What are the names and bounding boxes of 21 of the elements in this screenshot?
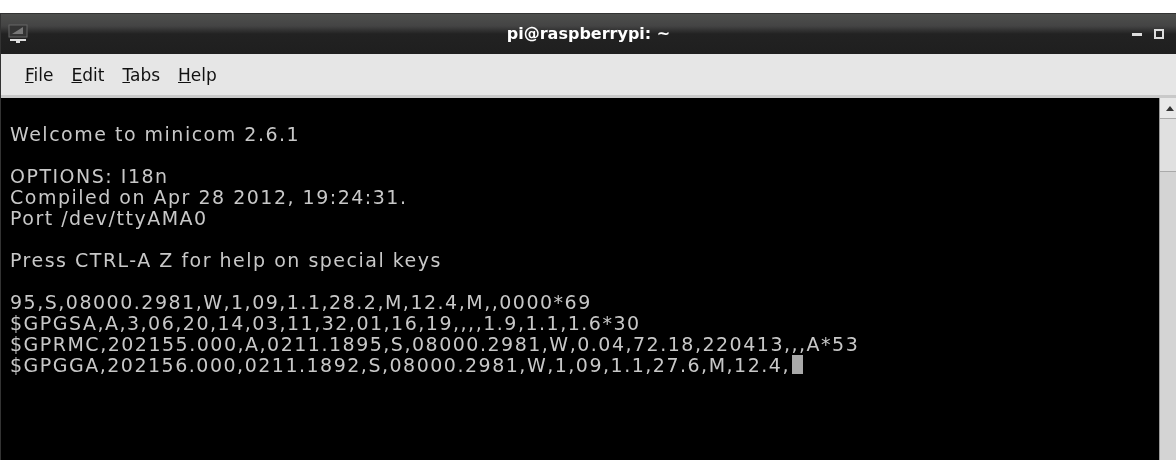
scrollbar-thumb[interactable]	[1160, 119, 1176, 172]
terminal-line: $GPRMC,202155.000,A,0211.1895,S,08000.2981,W,0.04,72.18,220413,,,A*53	[10, 334, 860, 355]
terminal-line: Press CTRL-A Z for help on special keys	[10, 250, 442, 271]
menu-item[interactable]: Help	[176, 62, 219, 87]
terminal-icon	[8, 24, 28, 44]
menu-item[interactable]: Edit	[69, 62, 107, 87]
terminal-line: $GPGSA,A,3,06,20,14,03,11,32,01,16,19,,,,1.9,1.1,1.6*30	[10, 313, 641, 334]
terminal-line: Port /dev/ttyAMA0	[10, 208, 208, 229]
terminal-line: 95,S,08000.2981,W,1,09,1.1,28.2,M,12.4,M,,0000*69	[10, 292, 592, 313]
menu-item[interactable]: File	[23, 62, 56, 87]
up-arrow-icon[interactable]	[1166, 105, 1174, 111]
terminal-line: Welcome to minicom 2.6.1	[10, 124, 301, 145]
text-cursor	[791, 355, 803, 374]
terminal-line: Compiled on Apr 28 2012, 19:24:31.	[10, 187, 408, 208]
minimize-icon[interactable]	[1132, 32, 1142, 36]
window-title: pi@raspberrypi: ~	[506, 24, 671, 43]
terminal-line: OPTIONS: I18n	[10, 166, 169, 187]
terminal-line: $GPGGA,202156.000,0211.1892,S,08000.2981,W,1,09,1.1,27.6,M,12.4,	[10, 355, 790, 376]
menu-item[interactable]: Tabs	[120, 62, 163, 87]
maximize-icon[interactable]	[1154, 29, 1164, 39]
scrollbar[interactable]	[1159, 98, 1176, 460]
